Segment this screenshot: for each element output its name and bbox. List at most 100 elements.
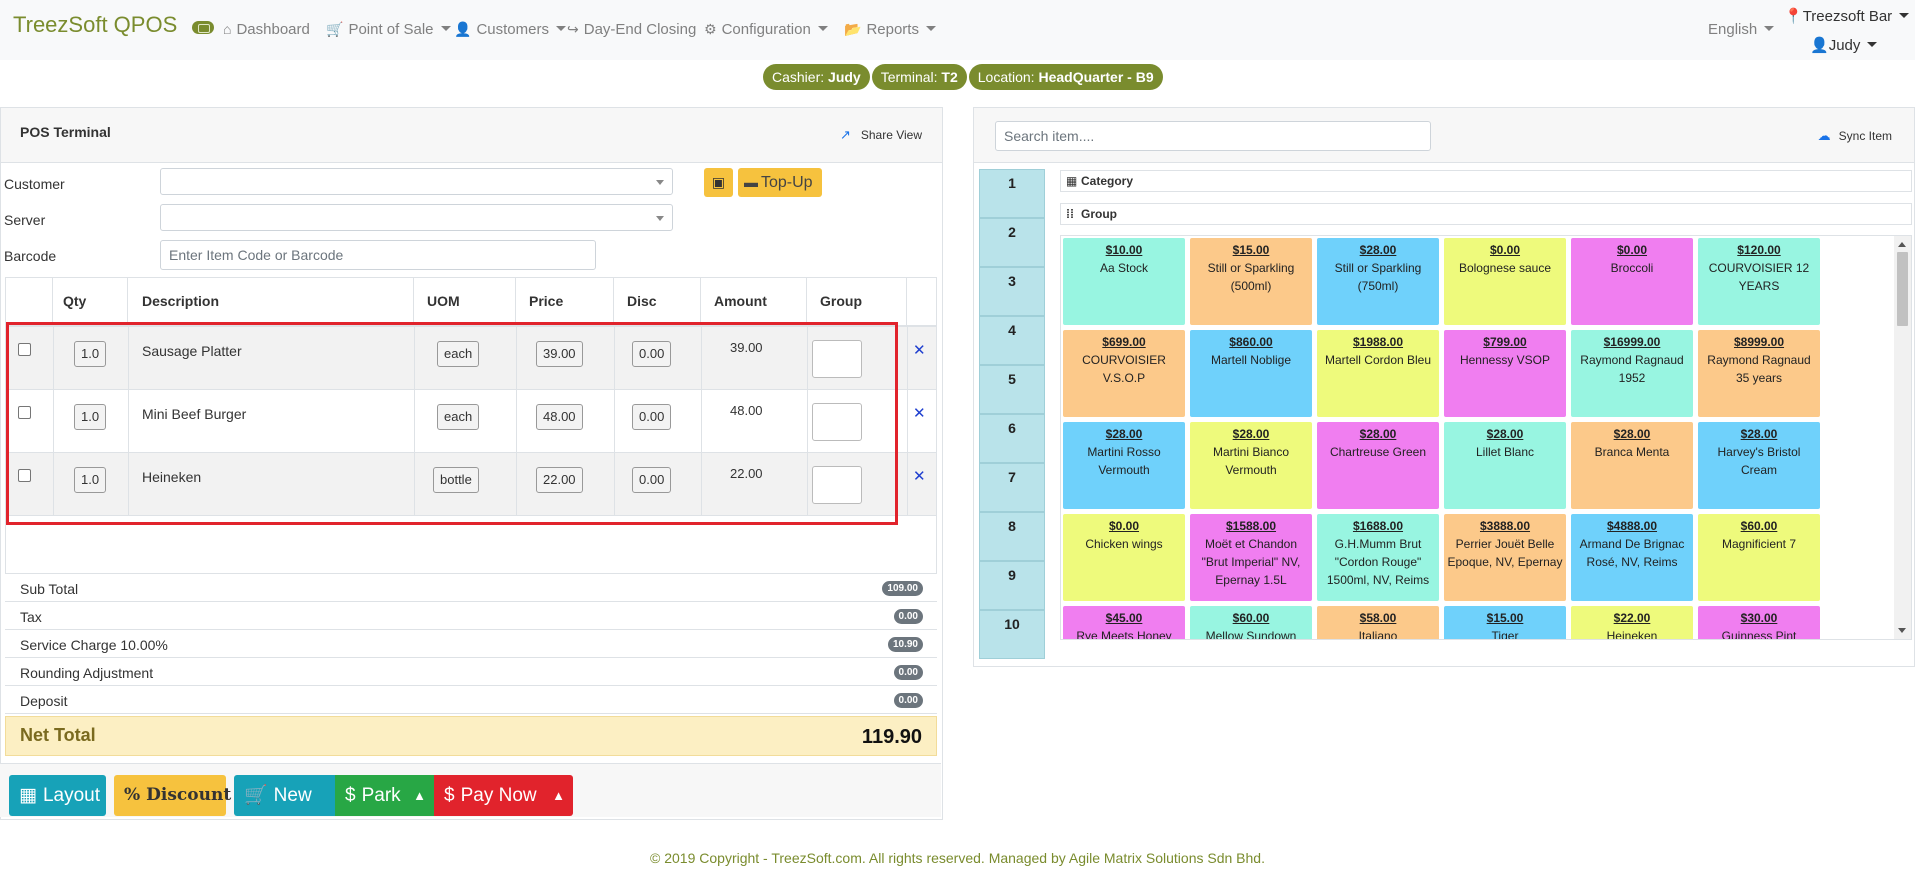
item-tile[interactable]: $699.00 COURVOISIER V.S.O.P — [1063, 330, 1185, 417]
item-tile[interactable]: $28.00 Branca Menta — [1571, 422, 1693, 509]
row-checkbox[interactable] — [18, 469, 31, 482]
cell-divider — [128, 453, 129, 516]
item-tile[interactable]: $4888.00 Armand De Brignac Rosé, NV, Reim… — [1571, 514, 1693, 601]
remove-line-icon[interactable]: ✕ — [913, 467, 926, 485]
item-tile[interactable]: $0.00 Broccoli — [1571, 238, 1693, 325]
item-tile[interactable]: $28.00 Chartreuse Green — [1317, 422, 1439, 509]
qty-button[interactable]: 1.0 — [74, 404, 107, 430]
item-tile[interactable]: $15.00 Still or Sparkling (500ml) — [1190, 238, 1312, 325]
page-button[interactable]: 5 — [979, 365, 1045, 414]
item-tile[interactable]: $58.00 Italiano — [1317, 606, 1439, 639]
remove-line-icon[interactable]: ✕ — [913, 404, 926, 422]
chevron-down-icon — [1867, 42, 1878, 47]
topup-button[interactable]: ▬ Top-Up — [738, 168, 822, 197]
page-button[interactable]: 6 — [979, 414, 1045, 463]
nav-dashboard[interactable]: ⌂ Dashboard — [223, 21, 310, 38]
item-tile[interactable]: $0.00 Bolognese sauce — [1444, 238, 1566, 325]
item-tile[interactable]: $22.00 Heineken — [1571, 606, 1693, 639]
price-button[interactable]: 22.00 — [536, 467, 583, 493]
page-button[interactable]: 10 — [979, 610, 1045, 659]
member-card-button[interactable]: ▣ — [704, 168, 733, 197]
group-bar[interactable]: ⁞⁞ Group — [1060, 203, 1912, 225]
tile-grid-scrollbar[interactable] — [1894, 236, 1911, 639]
item-tile[interactable]: $799.00 Hennessy VSOP — [1444, 330, 1566, 417]
item-tile[interactable]: $1688.00 G.H.Mumm Brut "Cordon Rouge" 150… — [1317, 514, 1439, 601]
group-input[interactable] — [812, 403, 862, 441]
scroll-up-icon[interactable] — [1898, 242, 1906, 247]
nav-day-end-closing[interactable]: ↪ Day-End Closing — [567, 21, 696, 38]
nav-reports[interactable]: 📂 Reports — [844, 21, 936, 38]
scroll-thumb[interactable] — [1897, 252, 1908, 326]
page-button[interactable]: 1 — [979, 169, 1045, 218]
group-input[interactable] — [812, 466, 862, 504]
item-tile[interactable]: $0.00 Chicken wings — [1063, 514, 1185, 601]
row-checkbox[interactable] — [18, 343, 31, 356]
sidebar-toggle-icon[interactable] — [192, 21, 214, 34]
uom-button[interactable]: bottle — [433, 467, 479, 493]
customer-select[interactable] — [160, 168, 673, 195]
caret-up-icon[interactable]: ▲ — [413, 775, 426, 816]
new-order-button[interactable]: 🛒 New — [234, 775, 335, 816]
item-tile[interactable]: $15.00 Tiger — [1444, 606, 1566, 639]
item-tile[interactable]: $28.00 Lillet Blanc — [1444, 422, 1566, 509]
user-dropdown[interactable]: 👤Judy — [1810, 36, 1878, 54]
qty-button[interactable]: 1.0 — [74, 467, 107, 493]
item-tile[interactable]: $30.00 Guinness Pint — [1698, 606, 1820, 639]
server-select[interactable] — [160, 204, 673, 231]
item-search-input[interactable] — [995, 121, 1431, 151]
new-label: New — [273, 785, 312, 806]
item-tile[interactable]: $10.00 Aa Stock — [1063, 238, 1185, 325]
page-button[interactable]: 8 — [979, 512, 1045, 561]
row-checkbox[interactable] — [18, 406, 31, 419]
price-button[interactable]: 48.00 — [536, 404, 583, 430]
uom-button[interactable]: each — [437, 341, 480, 367]
item-tile[interactable]: $16999.00 Raymond Ragnaud 1952 — [1571, 330, 1693, 417]
item-tile[interactable]: $28.00 Still or Sparkling (750ml) — [1317, 238, 1439, 325]
item-tile[interactable]: $8999.00 Raymond Ragnaud 35 years — [1698, 330, 1820, 417]
remove-line-icon[interactable]: ✕ — [913, 341, 926, 359]
item-tile[interactable]: $28.00 Harvey's Bristol Cream — [1698, 422, 1820, 509]
category-bar[interactable]: ▦ Category — [1060, 170, 1912, 192]
language-dropdown[interactable]: English — [1708, 21, 1775, 38]
item-tile[interactable]: $28.00 Martini Bianco Vermouth — [1190, 422, 1312, 509]
server-label: Server — [4, 212, 46, 228]
page-button[interactable]: 9 — [979, 561, 1045, 610]
discount-button[interactable]: % Discount — [114, 775, 231, 816]
item-tile[interactable]: $60.00 Magnificient 7 — [1698, 514, 1820, 601]
item-tile[interactable]: $860.00 Martell Noblige — [1190, 330, 1312, 417]
caret-up-icon[interactable]: ▲ — [552, 775, 565, 816]
nav-customers[interactable]: 👤 Customers — [454, 21, 566, 38]
sync-item-button[interactable]: ☁ Sync Item — [1818, 128, 1892, 144]
item-tile[interactable]: $28.00 Martini Rosso Vermouth — [1063, 422, 1185, 509]
barcode-input[interactable] — [160, 240, 596, 270]
item-tile[interactable]: $1588.00 Moët et Chandon "Brut Imperial" … — [1190, 514, 1312, 601]
item-price: $28.00 — [1105, 427, 1143, 441]
nav-point-of-sale[interactable]: 🛒 Point of Sale — [326, 21, 451, 38]
layout-button[interactable]: ▦ Layout — [9, 775, 106, 816]
brand-logo[interactable]: TreezSoft QPOS — [13, 12, 177, 38]
share-view-button[interactable]: ↗ Share View — [840, 127, 922, 143]
item-tile[interactable]: $60.00 Mellow Sundown — [1190, 606, 1312, 639]
item-tile[interactable]: $3888.00 Perrier Jouët Belle Epoque, NV, … — [1444, 514, 1566, 601]
uom-button[interactable]: each — [437, 404, 480, 430]
item-tile[interactable]: $1988.00 Martell Cordon Bleu — [1317, 330, 1439, 417]
disc-button[interactable]: 0.00 — [632, 467, 672, 493]
qty-button[interactable]: 1.0 — [74, 341, 107, 367]
group-input[interactable] — [812, 340, 862, 378]
page-button[interactable]: 7 — [979, 463, 1045, 512]
scroll-down-icon[interactable] — [1898, 628, 1906, 633]
disc-button[interactable]: 0.00 — [632, 404, 672, 430]
page-button[interactable]: 2 — [979, 218, 1045, 267]
price-button[interactable]: 39.00 — [536, 341, 583, 367]
cell-divider — [907, 453, 908, 516]
disc-button[interactable]: 0.00 — [632, 341, 672, 367]
page-button[interactable]: 3 — [979, 267, 1045, 316]
nav-configuration[interactable]: ⚙ Configuration — [704, 21, 828, 38]
pay-now-button[interactable]: $ Pay Now ▲ — [434, 775, 573, 816]
item-tile[interactable]: $45.00 Rye Meets Honey — [1063, 606, 1185, 639]
outlet-dropdown[interactable]: 📍Treezsoft Bar — [1784, 7, 1910, 25]
page-button[interactable]: 4 — [979, 316, 1045, 365]
item-name: Chicken wings — [1085, 537, 1163, 551]
park-button[interactable]: $ Park ▲ — [335, 775, 434, 816]
item-tile[interactable]: $120.00 COURVOISIER 12 YEARS — [1698, 238, 1820, 325]
